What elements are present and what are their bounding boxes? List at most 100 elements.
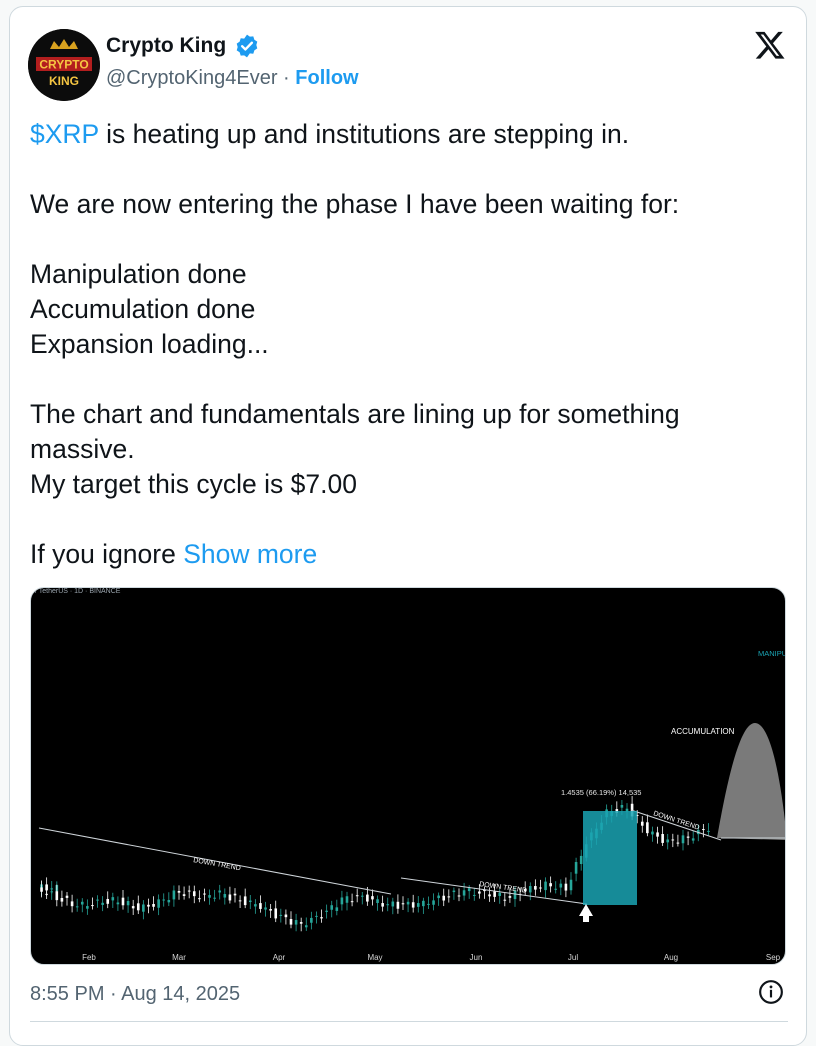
candle-body: [691, 838, 695, 841]
footer-divider: [30, 1021, 788, 1022]
candle-body: [279, 914, 283, 916]
candle-body: [264, 907, 267, 910]
candle-body: [422, 900, 425, 907]
author-handle[interactable]: @CryptoKing4Ever: [106, 67, 277, 89]
x-tick-5: Jul: [568, 953, 578, 962]
candle-body: [676, 842, 680, 844]
candle-body: [284, 914, 288, 918]
measure-label: 1.4535 (66.19%) 14,535: [561, 788, 641, 797]
candle-body: [147, 904, 150, 907]
candle-body: [549, 883, 552, 887]
author-name[interactable]: Crypto King: [106, 34, 226, 58]
trend-label-3: DOWN TREND: [652, 810, 700, 832]
x-tick-4: Jun: [470, 953, 483, 962]
candle-body: [671, 839, 675, 841]
candle-body: [228, 894, 232, 901]
candle-body: [498, 892, 502, 897]
info-icon[interactable]: [758, 979, 784, 1005]
candle-body: [646, 822, 649, 834]
candle-body: [427, 903, 430, 905]
candle-body: [411, 902, 415, 908]
candle-body: [569, 879, 573, 891]
tweet-line-2: We are now entering the phase I have bee…: [30, 189, 680, 219]
candle-body: [574, 862, 578, 874]
candle-body: [248, 900, 252, 903]
candle-body: [376, 899, 379, 904]
x-tick-0: Feb: [82, 953, 96, 962]
tweet-line-9-text: If you ignore: [30, 539, 184, 569]
x-logo-icon[interactable]: [754, 29, 786, 61]
candle-body: [539, 887, 542, 889]
candle-body: [310, 917, 313, 923]
candle-body: [406, 901, 410, 905]
candle-body: [101, 902, 104, 905]
candle-body: [70, 901, 74, 907]
candle-body: [131, 906, 135, 909]
candle-body: [121, 897, 125, 906]
candle-body: [182, 894, 186, 896]
candle-body: [106, 898, 110, 904]
candle-body: [299, 922, 303, 924]
trend-label-1: DOWN TREND: [193, 857, 242, 872]
candle-body: [152, 903, 155, 907]
candle-body: [544, 881, 547, 891]
candle-body: [50, 891, 54, 893]
avatar[interactable]: CRYPTO KING: [28, 29, 100, 101]
candle-body: [432, 900, 435, 905]
x-axis-ticks: Feb Mar Apr May Jun Jul Aug Sep: [82, 953, 781, 962]
candle-body: [269, 908, 272, 911]
candle-body: [208, 895, 211, 898]
candle-body: [488, 894, 491, 897]
candle-body: [503, 899, 507, 901]
candle-body: [60, 898, 64, 902]
chart-title: / TetherUS · 1D · BINANCE: [35, 588, 121, 595]
candle-body: [534, 886, 537, 890]
candle-body: [213, 897, 216, 899]
candle-body: [274, 908, 278, 919]
candle-body: [116, 902, 120, 905]
candle-body: [243, 896, 247, 906]
accumulation-label: ACCUMULATION: [671, 727, 735, 736]
candle-body: [177, 891, 181, 893]
candle-body: [142, 904, 145, 912]
show-more-link[interactable]: Show more: [183, 539, 317, 569]
candle-body: [96, 899, 99, 901]
candle-body: [223, 894, 227, 898]
tweet-line-4: Accumulation done: [30, 294, 256, 324]
candle-body: [355, 895, 359, 897]
candle-body: [702, 829, 705, 831]
tweet-line-7: massive.: [30, 434, 135, 464]
tweet-text: $XRP is heating up and institutions are …: [30, 117, 790, 572]
follow-button[interactable]: Follow: [295, 67, 358, 89]
manipulation-label: MANIPU: [758, 649, 786, 658]
candle-body: [416, 903, 420, 907]
candle-body: [111, 897, 115, 901]
x-tick-7: Sep: [766, 953, 781, 962]
candle-body: [452, 890, 456, 893]
verified-badge-icon: [236, 34, 258, 58]
candle-body: [381, 903, 384, 907]
candle-body: [157, 899, 160, 908]
candle-body: [508, 896, 512, 898]
avatar-text-top: CRYPTO: [39, 58, 88, 72]
candle-body: [656, 832, 659, 837]
cashtag-link[interactable]: $XRP: [30, 119, 99, 149]
candle-body: [401, 903, 405, 905]
candle-body: [91, 905, 94, 907]
candle-body: [620, 804, 624, 808]
chart-image[interactable]: / TetherUS · 1D · BINANCE DOWN TREND DOW…: [30, 587, 786, 965]
candle-body: [437, 895, 440, 899]
candle-body: [233, 893, 237, 896]
candle-body: [707, 830, 710, 832]
candle-body: [45, 893, 48, 895]
candle-body: [75, 906, 79, 908]
trendline-2: [400, 877, 588, 905]
candle-body: [493, 891, 496, 897]
chart-svg: / TetherUS · 1D · BINANCE DOWN TREND DOW…: [35, 588, 786, 962]
candle-body: [254, 904, 257, 907]
candle-body: [187, 890, 191, 892]
candle-body: [366, 894, 369, 902]
candle-body: [462, 890, 466, 896]
candle-body: [80, 901, 84, 905]
tweet-timestamp[interactable]: 8:55 PM · Aug 14, 2025: [30, 983, 240, 1006]
